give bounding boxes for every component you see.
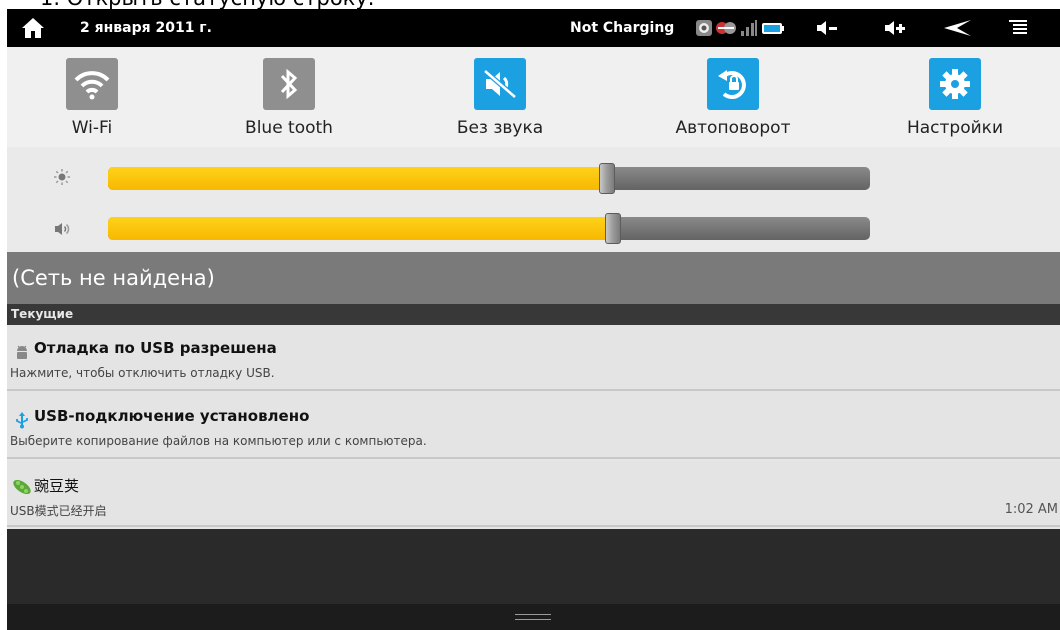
quick-toggle-wifi[interactable]: Wi-Fi: [22, 58, 162, 138]
notification-subtitle: Нажмите, чтобы отключить отладку USB.: [10, 366, 275, 380]
brightness-slider-fill: [108, 167, 607, 190]
back-icon[interactable]: [943, 19, 973, 37]
pea-icon: [10, 475, 32, 497]
signal-icon: [740, 19, 758, 37]
bluetooth-icon: [263, 58, 315, 110]
notification-usb-debugging[interactable]: Отладка по USB разрешена Нажмите, чтобы …: [7, 325, 1060, 391]
rotate-icon: [707, 58, 759, 110]
quick-settings: Wi-Fi Blue tooth Без звука Автоповорот Н: [7, 47, 1060, 147]
volume-slider[interactable]: [108, 213, 870, 244]
volume-down-icon[interactable]: [815, 19, 839, 37]
quick-toggle-settings[interactable]: Настройки: [885, 58, 1025, 138]
panel-bottom-bar: [7, 604, 1060, 630]
quick-toggle-mute[interactable]: Без звука: [430, 58, 570, 138]
volume-icon: [53, 220, 71, 238]
usb-debug-icon: [695, 19, 713, 37]
settings-icon: [929, 58, 981, 110]
brightness-slider[interactable]: [108, 163, 870, 194]
quick-toggle-label: Автоповорот: [675, 118, 791, 138]
wifi-icon: [66, 58, 118, 110]
charging-status: Not Charging: [570, 20, 675, 36]
notification-subtitle: USB模式已经开启: [10, 504, 107, 518]
notification-title: 豌豆荚: [34, 477, 80, 495]
notification-title: Отладка по USB разрешена: [34, 339, 277, 357]
top-caption: 1. Открыть статусную строку.: [40, 0, 640, 9]
quick-toggle-label: Wi-Fi: [71, 118, 113, 138]
home-icon[interactable]: [21, 17, 45, 39]
notification-subtitle: Выберите копирование файлов на компьютер…: [10, 434, 427, 448]
notification-time: 1:02 AM: [1004, 502, 1058, 517]
android-debug-icon: [13, 343, 31, 361]
network-status-text: (Сеть не найдена): [12, 266, 215, 290]
volume-slider-thumb[interactable]: [605, 213, 621, 244]
usb-connected-icon: [715, 19, 737, 37]
brightness-slider-thumb[interactable]: [599, 163, 615, 194]
menu-icon[interactable]: [1007, 19, 1029, 37]
notification-usb-connected[interactable]: USB-подключение установлено Выберите коп…: [7, 393, 1060, 459]
volume-slider-fill: [108, 217, 613, 240]
brightness-icon: [53, 168, 71, 186]
notification-wandoujia[interactable]: 豌豆荚 USB模式已经开启 1:02 AM: [7, 461, 1060, 527]
network-status-bar: (Сеть не найдена): [7, 252, 1060, 304]
notification-title: USB-подключение установлено: [34, 407, 310, 425]
status-bar: 2 января 2011 г. Not Charging: [7, 9, 1060, 47]
volume-up-icon[interactable]: [883, 19, 907, 37]
status-date: 2 января 2011 г.: [80, 20, 212, 36]
usb-icon: [13, 411, 31, 429]
mute-icon: [474, 58, 526, 110]
quick-toggle-label: Без звука: [456, 118, 544, 138]
empty-panel-area: [7, 529, 1060, 604]
section-header-label: Текущие: [11, 307, 74, 321]
drag-handle[interactable]: [515, 614, 551, 620]
notification-panel: 2 января 2011 г. Not Charging Wi-Fi Blue…: [7, 9, 1060, 630]
slider-panel: [7, 147, 1060, 252]
quick-toggle-bluetooth[interactable]: Blue tooth: [219, 58, 359, 138]
quick-toggle-label: Настройки: [906, 118, 1003, 138]
battery-icon: [761, 19, 785, 37]
quick-toggle-label: Blue tooth: [245, 118, 333, 138]
section-header: Текущие: [7, 304, 1060, 325]
quick-toggle-autorotate[interactable]: Автоповорот: [663, 58, 803, 138]
